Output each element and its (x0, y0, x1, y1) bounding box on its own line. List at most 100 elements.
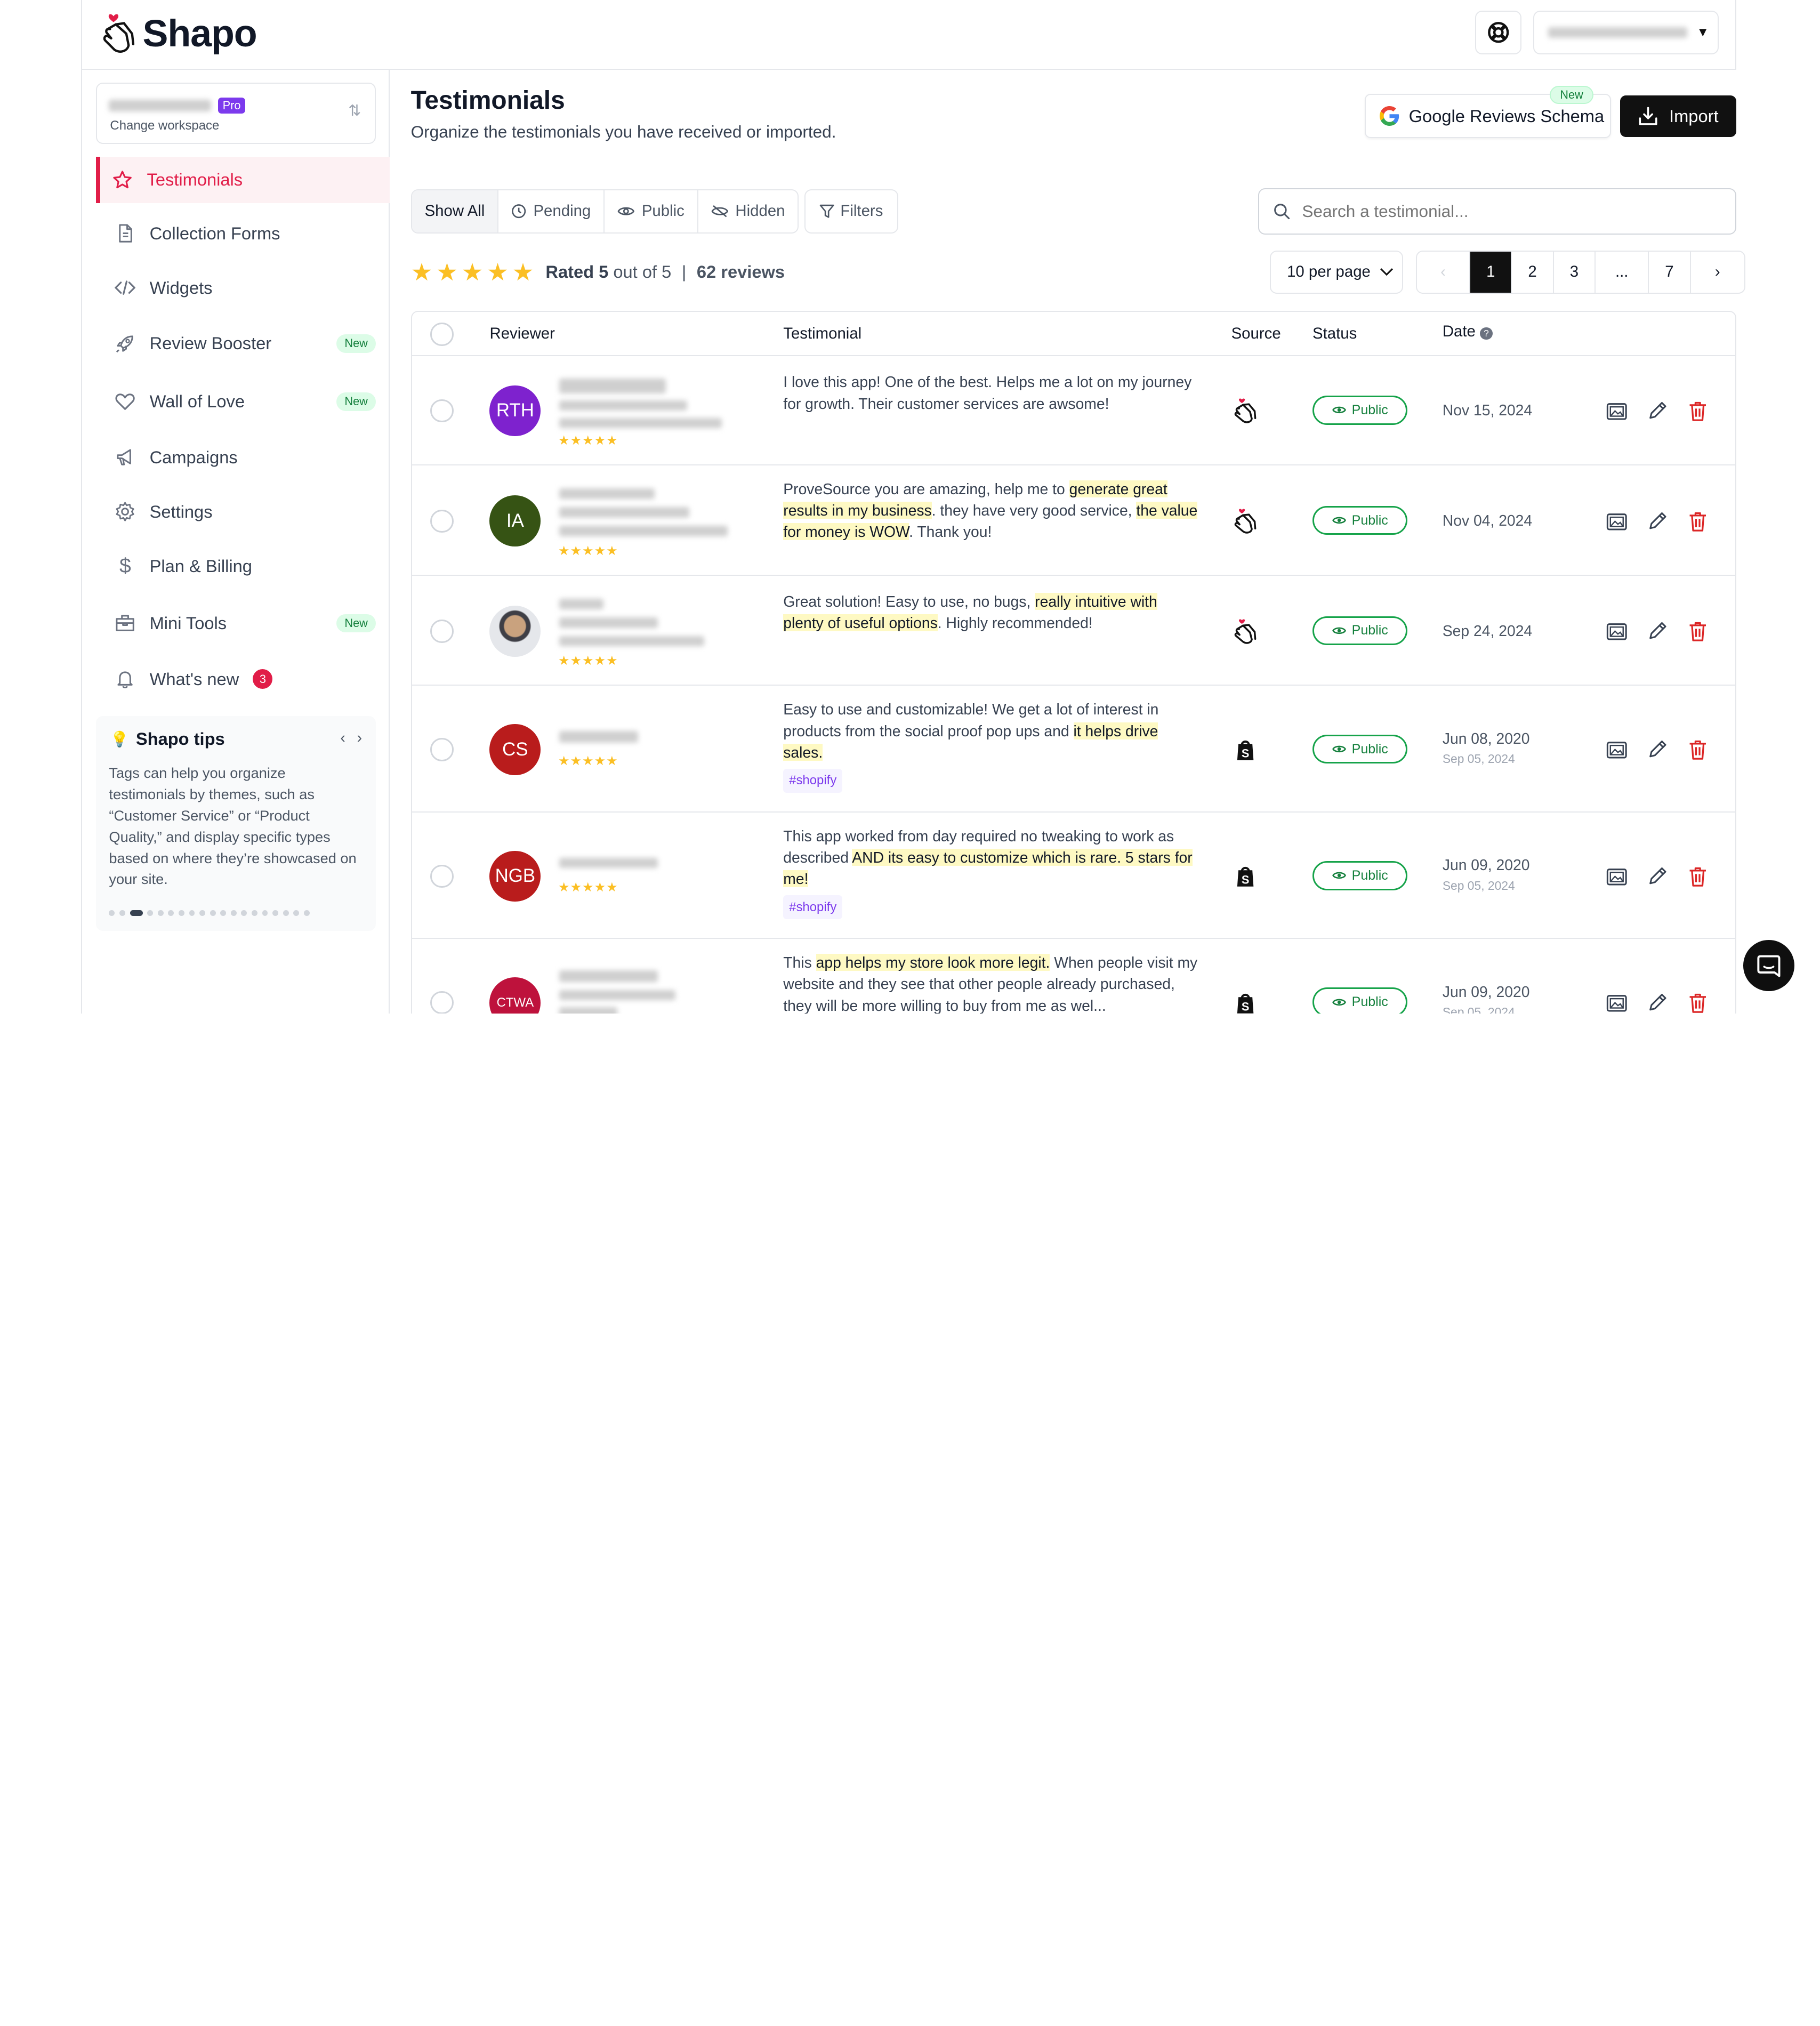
testimonial-text[interactable]: This app worked from day required no twe… (783, 825, 1201, 919)
carousel-dot[interactable] (109, 910, 115, 916)
tips-prev-button[interactable]: ‹ (340, 729, 345, 746)
search-input[interactable] (1302, 201, 1697, 221)
tab-pending[interactable]: Pending (498, 190, 605, 232)
pencil-icon[interactable] (1646, 399, 1669, 423)
carousel-dot[interactable] (283, 910, 289, 916)
carousel-dot[interactable] (199, 910, 205, 916)
sidebar-item-campaigns[interactable]: Campaigns (96, 434, 390, 480)
search-box[interactable] (1258, 188, 1736, 235)
status-badge[interactable]: Public (1312, 987, 1408, 1014)
trash-icon[interactable] (1686, 399, 1710, 423)
row-checkbox[interactable] (430, 991, 454, 1014)
sidebar-item-wall-of-love[interactable]: Wall of Love New (96, 379, 390, 425)
per-page-select[interactable]: 10 per page (1269, 251, 1403, 294)
carousel-dot[interactable] (293, 910, 300, 916)
carousel-dot[interactable] (189, 910, 195, 916)
tab-show-all[interactable]: Show All (412, 190, 499, 232)
carousel-dot[interactable] (230, 910, 237, 916)
carousel-dot[interactable] (168, 910, 174, 916)
pencil-icon[interactable] (1646, 865, 1669, 888)
account-dropdown[interactable]: ▼ (1533, 10, 1719, 55)
carousel-dot[interactable] (178, 910, 184, 916)
arrows-up-down-icon[interactable]: ⇅ (348, 102, 361, 119)
row-checkbox[interactable] (430, 738, 454, 761)
image-icon[interactable] (1605, 865, 1629, 888)
pencil-icon[interactable] (1646, 738, 1669, 761)
import-button[interactable]: Import (1620, 95, 1736, 137)
prev-page-button[interactable]: ‹ (1417, 252, 1471, 293)
image-icon[interactable] (1605, 991, 1629, 1014)
carousel-dot-active[interactable] (130, 910, 143, 916)
row-checkbox[interactable] (430, 509, 454, 533)
tag-badge[interactable]: #shopify (783, 895, 843, 919)
tag-badge[interactable]: #shopify (783, 769, 843, 793)
tab-hidden[interactable]: Hidden (698, 190, 798, 232)
tips-next-button[interactable]: › (357, 729, 362, 746)
sidebar-item-review-booster[interactable]: Review Booster New (96, 320, 390, 367)
pencil-icon[interactable] (1646, 991, 1669, 1014)
pencil-icon[interactable] (1646, 510, 1669, 533)
chat-launcher-button[interactable] (1743, 940, 1794, 992)
select-all-checkbox[interactable] (430, 323, 454, 346)
filters-button[interactable]: Filters (804, 189, 898, 234)
sidebar-item-collection-forms[interactable]: Collection Forms (96, 210, 390, 256)
sidebar-item-mini-tools[interactable]: Mini Tools New (96, 600, 390, 646)
sidebar-item-settings[interactable]: Settings (96, 489, 390, 535)
testimonial-text[interactable]: Easy to use and customizable! We get a l… (783, 698, 1201, 793)
carousel-dot[interactable] (147, 910, 154, 916)
status-badge[interactable]: Public (1312, 505, 1408, 535)
carousel-dot[interactable] (262, 910, 268, 916)
table-row[interactable]: CS ★★★★★ Easy to use and customizable! We … (412, 686, 1735, 813)
carousel-dot[interactable] (157, 910, 164, 916)
sidebar-item-widgets[interactable]: Widgets (96, 264, 390, 311)
help-button[interactable] (1475, 10, 1521, 55)
testimonial-text[interactable]: I love this app! One of the best. Helps … (783, 371, 1201, 414)
image-icon[interactable] (1605, 620, 1629, 643)
testimonial-text[interactable]: Great solution! Easy to use, no bugs, re… (783, 591, 1201, 634)
sidebar-item-plan-billing[interactable]: $ Plan & Billing (96, 543, 390, 590)
carousel-dot[interactable] (303, 910, 310, 916)
page-1-button[interactable]: 1 (1470, 252, 1512, 293)
carousel-dot[interactable] (272, 910, 279, 916)
image-icon[interactable] (1605, 738, 1629, 761)
row-checkbox[interactable] (430, 620, 454, 643)
google-reviews-schema-button[interactable]: Google Reviews Schema New (1365, 85, 1611, 139)
image-icon[interactable] (1605, 510, 1629, 533)
image-icon[interactable] (1605, 399, 1629, 423)
testimonial-text[interactable]: This app helps my store look more legit.… (783, 952, 1201, 1014)
pencil-icon[interactable] (1646, 620, 1669, 643)
table-row[interactable]: CTWA★★★★★This app helps my store look mo… (412, 939, 1735, 1014)
workspace-switcher[interactable]: Pro Change workspace ⇅ (96, 82, 376, 144)
testimonial-text[interactable]: ProveSource you are amazing, help me to … (783, 478, 1201, 543)
page-2-button[interactable]: 2 (1512, 252, 1554, 293)
page-3-button[interactable]: 3 (1554, 252, 1596, 293)
status-badge[interactable]: Public (1312, 616, 1408, 646)
table-row[interactable]: ★★★★★ Great solution! Easy to use, no bug… (412, 576, 1735, 686)
status-badge[interactable]: Public (1312, 861, 1408, 890)
shapo-logo[interactable]: Shapo (101, 12, 257, 55)
page-subtitle: Organize the testimonials you have recei… (410, 122, 836, 141)
trash-icon[interactable] (1686, 865, 1710, 888)
carousel-dot[interactable] (119, 910, 125, 916)
sidebar-item-testimonials[interactable]: Testimonials (96, 156, 390, 203)
column-date[interactable]: Date ? (1443, 323, 1493, 341)
table-row[interactable]: RTH ★★★★★ I love this app! One of the best… (412, 356, 1735, 465)
carousel-dot[interactable] (210, 910, 216, 916)
sidebar-item-whats-new[interactable]: What's new 3 (96, 656, 390, 702)
carousel-dot[interactable] (220, 910, 227, 916)
row-checkbox[interactable] (430, 399, 454, 423)
page-7-button[interactable]: 7 (1649, 252, 1691, 293)
tab-public[interactable]: Public (605, 190, 698, 232)
trash-icon[interactable] (1686, 620, 1710, 643)
carousel-dot[interactable] (252, 910, 257, 916)
trash-icon[interactable] (1686, 991, 1710, 1014)
status-badge[interactable]: Public (1312, 734, 1408, 764)
trash-icon[interactable] (1686, 738, 1710, 761)
carousel-dot[interactable] (241, 910, 247, 916)
next-page-button[interactable]: › (1691, 252, 1744, 293)
table-row[interactable]: IA ★★★★★ ProveSource you are amazing, help… (412, 465, 1735, 576)
trash-icon[interactable] (1686, 510, 1710, 533)
status-badge[interactable]: Public (1312, 396, 1408, 425)
row-checkbox[interactable] (430, 864, 454, 888)
table-row[interactable]: NGB ★★★★★ This app worked from day require… (412, 813, 1735, 939)
